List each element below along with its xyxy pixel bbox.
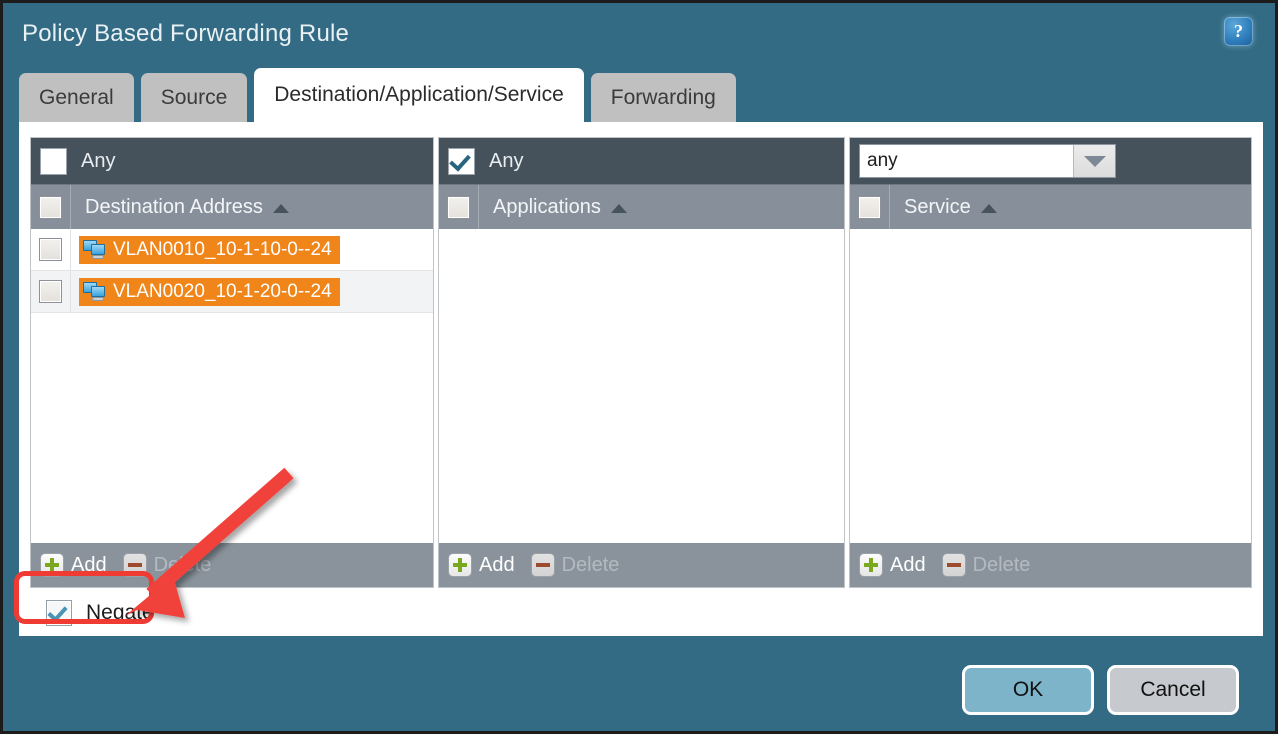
service-column-header: Service	[850, 184, 1251, 229]
table-row[interactable]: VLAN0010_10-1-10-0--24	[31, 229, 433, 271]
applications-column-header: Applications	[439, 184, 844, 229]
destination-select-all-checkbox[interactable]	[39, 196, 62, 219]
destination-delete-button[interactable]: Delete	[123, 553, 212, 577]
destination-add-label: Add	[71, 554, 107, 577]
service-delete-label: Delete	[973, 554, 1031, 577]
destination-any-label: Any	[81, 150, 115, 173]
service-add-button[interactable]: Add	[859, 553, 926, 577]
network-computers-icon	[83, 240, 107, 260]
applications-column-title: Applications	[493, 196, 601, 219]
help-icon[interactable]: ?	[1224, 17, 1253, 46]
applications-toolbar: Add Delete	[439, 542, 844, 587]
chevron-down-icon[interactable]	[1073, 145, 1115, 177]
service-column-title: Service	[904, 196, 971, 219]
service-toolbar: Add Delete	[850, 542, 1251, 587]
destination-address-chip[interactable]: VLAN0020_10-1-20-0--24	[79, 278, 340, 306]
negate-checkbox[interactable]	[46, 600, 72, 626]
service-select[interactable]: any	[859, 144, 1116, 178]
tab-source[interactable]: Source	[141, 73, 248, 122]
tab-destination-application-service[interactable]: Destination/Application/Service	[254, 68, 584, 122]
destination-any-checkbox[interactable]	[40, 148, 67, 175]
destination-column-header: Destination Address	[31, 184, 433, 229]
plus-icon	[448, 553, 472, 577]
applications-delete-label: Delete	[562, 554, 620, 577]
service-select-header: any	[850, 138, 1251, 184]
dialog-footer: OK Cancel	[962, 665, 1239, 715]
applications-select-all-checkbox[interactable]	[447, 196, 470, 219]
service-add-label: Add	[890, 554, 926, 577]
destination-column-title: Destination Address	[85, 196, 263, 219]
service-delete-button[interactable]: Delete	[942, 553, 1031, 577]
applications-select-all-cell	[439, 185, 479, 229]
service-select-all-cell	[850, 185, 890, 229]
destination-column-title-group[interactable]: Destination Address	[85, 196, 289, 219]
applications-panel: Any Applications Add	[438, 137, 845, 588]
destination-any-header: Any	[31, 138, 433, 184]
applications-add-label: Add	[479, 554, 515, 577]
applications-add-button[interactable]: Add	[448, 553, 515, 577]
service-column-title-group[interactable]: Service	[904, 196, 997, 219]
minus-icon	[531, 553, 555, 577]
destination-add-button[interactable]: Add	[40, 553, 107, 577]
ok-button[interactable]: OK	[962, 665, 1094, 715]
network-computers-icon	[83, 282, 107, 302]
sort-ascending-icon	[273, 204, 289, 213]
service-list-body[interactable]	[850, 229, 1251, 542]
plus-icon	[40, 553, 64, 577]
dialog-titlebar: Policy Based Forwarding Rule ?	[3, 3, 1275, 66]
destination-address-label: VLAN0020_10-1-20-0--24	[113, 281, 332, 303]
help-icon-glyph: ?	[1224, 17, 1253, 46]
table-row[interactable]: VLAN0020_10-1-20-0--24	[31, 271, 433, 313]
sort-ascending-icon	[981, 204, 997, 213]
applications-any-label: Any	[489, 150, 523, 173]
tab-general[interactable]: General	[19, 73, 134, 122]
applications-any-header: Any	[439, 138, 844, 184]
policy-based-forwarding-rule-dialog: Policy Based Forwarding Rule ? General S…	[0, 0, 1278, 734]
destination-address-chip[interactable]: VLAN0010_10-1-10-0--24	[79, 236, 340, 264]
dialog-title: Policy Based Forwarding Rule	[22, 20, 349, 48]
applications-column-title-group[interactable]: Applications	[493, 196, 627, 219]
panels-container: Any Destination Address	[30, 137, 1252, 588]
row-checkbox[interactable]	[39, 280, 62, 303]
negate-row: Negate	[30, 594, 154, 632]
destination-select-all-cell	[31, 185, 71, 229]
minus-icon	[942, 553, 966, 577]
minus-icon	[123, 553, 147, 577]
negate-label: Negate	[86, 601, 154, 625]
tab-content-panel: Any Destination Address	[19, 122, 1263, 636]
tab-bar: General Source Destination/Application/S…	[19, 68, 743, 122]
cancel-button[interactable]: Cancel	[1107, 665, 1239, 715]
row-checkbox-cell	[31, 229, 71, 270]
tab-forwarding[interactable]: Forwarding	[591, 73, 736, 122]
destination-address-panel: Any Destination Address	[30, 137, 434, 588]
row-checkbox[interactable]	[39, 238, 62, 261]
service-panel: any Service A	[849, 137, 1252, 588]
destination-delete-label: Delete	[154, 554, 212, 577]
applications-list-body[interactable]	[439, 229, 844, 542]
service-select-all-checkbox[interactable]	[858, 196, 881, 219]
plus-icon	[859, 553, 883, 577]
destination-toolbar: Add Delete	[31, 542, 433, 587]
applications-any-checkbox[interactable]	[448, 148, 475, 175]
destination-address-label: VLAN0010_10-1-10-0--24	[113, 239, 332, 261]
service-select-value: any	[860, 145, 1073, 177]
destination-list-body[interactable]: VLAN0010_10-1-10-0--24	[31, 229, 433, 542]
row-checkbox-cell	[31, 271, 71, 312]
sort-ascending-icon	[611, 204, 627, 213]
applications-delete-button[interactable]: Delete	[531, 553, 620, 577]
